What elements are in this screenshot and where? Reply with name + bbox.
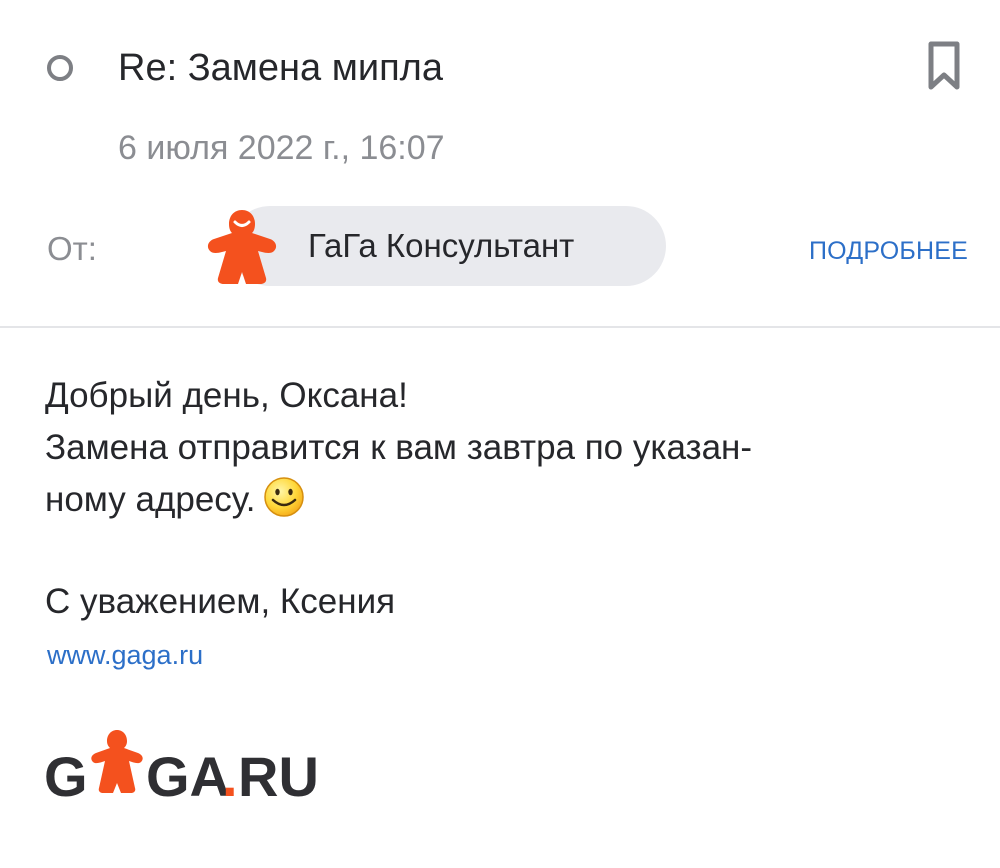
message-date: 6 июля 2022 г., 16:07	[118, 129, 445, 167]
message-body: Добрый день, Оксана! Замена отправится к…	[45, 370, 752, 526]
details-button[interactable]: ПОДРОБНЕЕ	[809, 233, 968, 269]
smiley-emoji-icon	[263, 477, 304, 517]
body-line-greeting: Добрый день, Оксана!	[45, 376, 408, 415]
bookmark-icon[interactable]	[926, 40, 962, 92]
body-line-text: Замена отправится к вам завтра по указан…	[45, 428, 753, 467]
from-label: От:	[47, 230, 97, 267]
header-divider	[0, 326, 1000, 328]
logo-text-left: G	[44, 745, 88, 808]
logo-text-right: GA	[146, 745, 230, 808]
body-line-text-end-label: ному адресу.	[45, 480, 256, 519]
logo-text-dot: .	[222, 745, 238, 808]
message-subject: Re: Замена мипла	[118, 47, 443, 89]
website-link[interactable]: www.gaga.ru	[47, 636, 203, 674]
logo-text-tld: RU	[238, 745, 319, 808]
meeple-avatar-icon[interactable]	[204, 206, 280, 286]
sender-name[interactable]: ГаГа Консультант	[308, 224, 574, 268]
unread-status-icon[interactable]	[47, 55, 73, 81]
gaga-logo: G GA . RU	[44, 730, 319, 808]
signature: С уважением, Ксения	[45, 582, 396, 621]
body-line-text-end: ному адресу.	[45, 474, 752, 526]
